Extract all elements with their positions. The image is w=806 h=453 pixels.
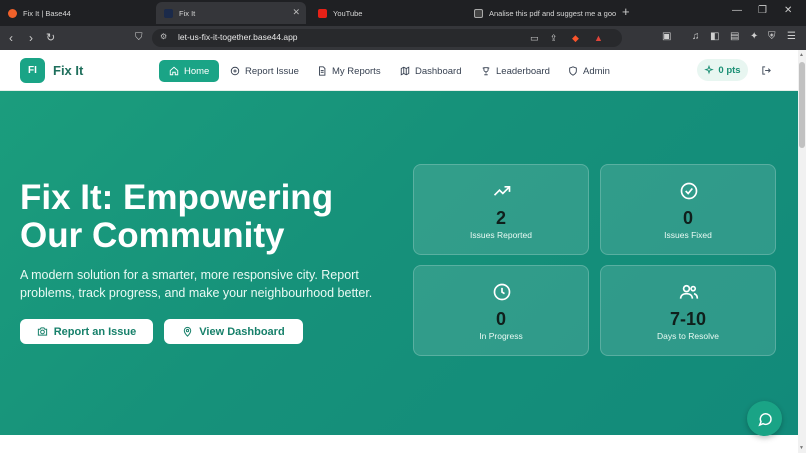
nav-home[interactable]: Home bbox=[159, 60, 220, 82]
base44-favicon-icon bbox=[8, 8, 17, 18]
vpn-icon[interactable]: ⛨ bbox=[768, 31, 776, 42]
button-label: Report an Issue bbox=[53, 325, 137, 338]
nav-dashboard[interactable]: Dashboard bbox=[400, 60, 461, 82]
tab-title: Fix It bbox=[179, 8, 196, 18]
chat-button[interactable] bbox=[747, 401, 782, 436]
plus-circle-icon bbox=[230, 66, 240, 76]
stat-card-days-to-resolve: 7-10 Days to Resolve bbox=[600, 265, 776, 356]
media-icon[interactable]: ♫ bbox=[692, 31, 700, 42]
stat-value: 0 bbox=[682, 208, 693, 228]
maximize-icon[interactable]: ❐ bbox=[758, 5, 767, 16]
map-pin-icon bbox=[184, 326, 192, 337]
minimize-icon[interactable]: — bbox=[732, 5, 742, 16]
browser-toolbar: ‹ › ↻ ⛉ ⚙ let-us-fix-it-together.base44.… bbox=[0, 26, 806, 50]
camera-icon bbox=[37, 327, 47, 336]
stat-value: 7-10 bbox=[669, 309, 707, 329]
points-badge[interactable]: 0 pts bbox=[697, 59, 748, 81]
forward-icon[interactable]: › bbox=[29, 31, 33, 45]
address-bar[interactable]: ⚙ let-us-fix-it-together.base44.app ▭ ⇪ … bbox=[152, 29, 622, 47]
brave-shield-icon[interactable]: ◆ bbox=[572, 33, 579, 44]
leo-ai-icon[interactable]: ✦ bbox=[750, 31, 758, 42]
scrollbar-thumb[interactable] bbox=[799, 62, 805, 148]
clock-icon bbox=[493, 283, 511, 301]
split-view-icon[interactable]: ◧ bbox=[710, 31, 719, 42]
sidebar-toggle-icon[interactable]: ▣ bbox=[662, 31, 671, 42]
map-icon bbox=[400, 66, 410, 76]
view-dashboard-button[interactable]: View Dashboard bbox=[164, 319, 303, 344]
points-value: 0 pts bbox=[718, 64, 741, 76]
logo-badge[interactable]: FI bbox=[20, 58, 45, 83]
close-window-icon[interactable]: ✕ bbox=[784, 5, 792, 16]
hero-section: Fix It: Empowering Our Community A moder… bbox=[0, 91, 798, 435]
chat-bubble-icon bbox=[757, 412, 772, 426]
browser-tab-active[interactable]: Fix It ✕ bbox=[156, 2, 306, 24]
browser-tab[interactable]: Fix It | Base44 bbox=[0, 2, 150, 24]
logout-icon[interactable] bbox=[761, 65, 772, 76]
site-settings-icon[interactable]: ⚙ bbox=[160, 32, 167, 41]
home-icon bbox=[169, 66, 179, 76]
hero-title: Fix It: Empowering Our Community bbox=[20, 178, 334, 255]
stat-label: Days to Resolve bbox=[657, 331, 719, 341]
stat-label: Issues Fixed bbox=[664, 230, 712, 240]
nav-label: Home bbox=[184, 65, 210, 77]
page-viewport: FI Fix It Home Report Issue My Reports D… bbox=[0, 50, 798, 453]
new-tab-icon[interactable]: + bbox=[622, 4, 630, 19]
tab-title: Analise this pdf and suggest me a good t… bbox=[489, 8, 616, 18]
scroll-up-icon[interactable]: ▲ bbox=[799, 52, 804, 58]
hero-subtitle: A modern solution for a smarter, more re… bbox=[20, 268, 373, 300]
sparkle-icon bbox=[704, 65, 715, 75]
youtube-favicon-icon bbox=[318, 8, 327, 18]
stat-label: Issues Reported bbox=[470, 230, 532, 240]
reload-icon[interactable]: ↻ bbox=[46, 31, 55, 45]
app-navbar: FI Fix It Home Report Issue My Reports D… bbox=[0, 50, 798, 91]
menu-icon[interactable]: ☰ bbox=[787, 31, 796, 42]
nav-my-reports[interactable]: My Reports bbox=[317, 60, 381, 82]
nav-label: Report Issue bbox=[245, 65, 299, 77]
stat-card-in-progress: 0 In Progress bbox=[413, 265, 589, 356]
trophy-icon bbox=[482, 67, 490, 76]
logo-name[interactable]: Fix It bbox=[53, 63, 83, 78]
browser-tab-strip: Fix It | Base44 Fix It ✕ YouTube Analise… bbox=[0, 0, 806, 26]
stat-card-issues-reported: 2 Issues Reported bbox=[413, 164, 589, 255]
stat-label: In Progress bbox=[479, 331, 523, 341]
share-icon[interactable]: ⇪ bbox=[550, 33, 558, 44]
bookmark-icon[interactable]: ⛉ bbox=[135, 31, 143, 45]
scroll-down-icon[interactable]: ▼ bbox=[799, 445, 804, 451]
nav-leaderboard[interactable]: Leaderboard bbox=[481, 60, 550, 82]
check-circle-icon bbox=[680, 182, 698, 200]
nav-admin[interactable]: Admin bbox=[568, 60, 610, 82]
button-label: View Dashboard bbox=[199, 325, 285, 338]
tab-title: YouTube bbox=[333, 8, 363, 18]
tab-title: Fix It | Base44 bbox=[23, 8, 71, 18]
wallet-icon[interactable]: ▤ bbox=[730, 31, 739, 42]
cast-icon[interactable]: ▭ bbox=[530, 33, 539, 44]
page-scrollbar[interactable]: ▲ ▼ bbox=[798, 50, 806, 453]
fixit-favicon-icon bbox=[164, 8, 173, 18]
close-tab-icon[interactable]: ✕ bbox=[292, 7, 300, 18]
back-icon[interactable]: ‹ bbox=[9, 31, 13, 45]
nav-label: My Reports bbox=[332, 65, 381, 77]
stat-value: 0 bbox=[495, 309, 506, 329]
nav-report-issue[interactable]: Report Issue bbox=[230, 60, 299, 82]
document-icon bbox=[319, 66, 326, 76]
shield-icon bbox=[569, 66, 577, 76]
nav-label: Leaderboard bbox=[496, 65, 550, 77]
stat-value: 2 bbox=[495, 208, 506, 228]
stat-card-issues-fixed: 0 Issues Fixed bbox=[600, 164, 776, 255]
brave-rewards-icon[interactable]: ▲ bbox=[594, 33, 603, 43]
trending-up-icon bbox=[493, 186, 511, 196]
users-icon bbox=[679, 284, 699, 299]
nav-label: Dashboard bbox=[415, 65, 462, 77]
chatgpt-favicon-icon bbox=[474, 8, 483, 18]
nav-label: Admin bbox=[583, 65, 610, 77]
report-issue-button[interactable]: Report an Issue bbox=[20, 319, 153, 344]
browser-tab[interactable]: YouTube bbox=[310, 2, 460, 24]
url-text[interactable]: let-us-fix-it-together.base44.app bbox=[178, 32, 298, 42]
browser-tab[interactable]: Analise this pdf and suggest me a good t… bbox=[466, 2, 616, 24]
